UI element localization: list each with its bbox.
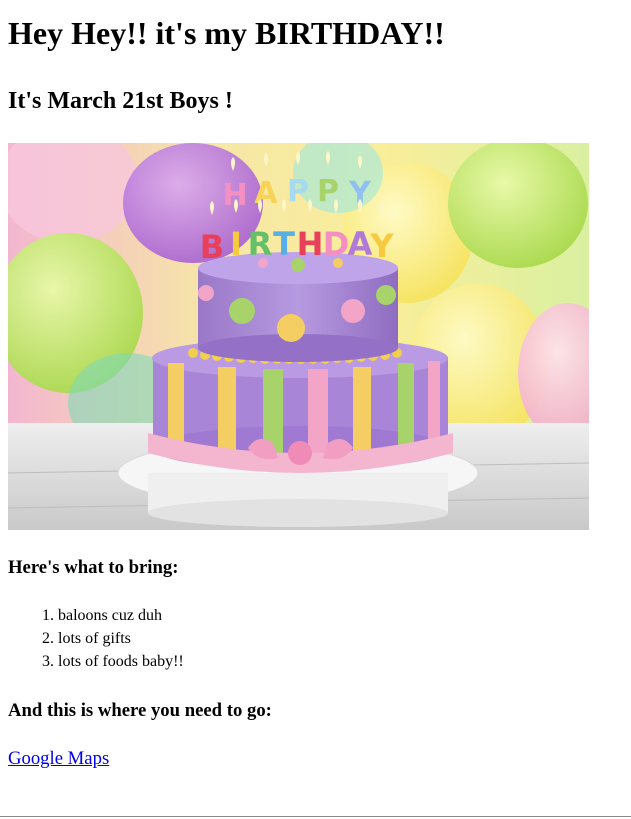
page: Hey Hey!! it's my BIRTHDAY!! It's March … bbox=[8, 0, 623, 769]
bottom-divider bbox=[0, 816, 631, 817]
bring-list: baloons cuz duh lots of gifts lots of fo… bbox=[8, 604, 184, 673]
google-maps-link[interactable]: Google Maps bbox=[8, 747, 109, 771]
bring-heading: Here's what to bring: bbox=[8, 557, 179, 578]
svg-text:B: B bbox=[200, 228, 224, 266]
svg-text:A: A bbox=[254, 176, 278, 211]
page-title: Hey Hey!! it's my BIRTHDAY!! bbox=[8, 15, 445, 51]
svg-text:T: T bbox=[273, 225, 295, 263]
birthday-cake-image: H A P P Y B I R T H D A Y bbox=[8, 143, 589, 530]
page-subtitle: It's March 21st Boys ! bbox=[8, 88, 233, 114]
list-item: lots of foods baby!! bbox=[58, 650, 184, 673]
svg-text:A: A bbox=[348, 225, 373, 263]
svg-text:Y: Y bbox=[369, 227, 394, 265]
svg-text:R: R bbox=[248, 225, 273, 263]
svg-text:D: D bbox=[323, 225, 350, 263]
svg-text:I: I bbox=[230, 225, 242, 263]
svg-text:P: P bbox=[287, 174, 309, 209]
location-heading: And this is where you need to go: bbox=[8, 700, 272, 721]
svg-text:H: H bbox=[297, 225, 324, 263]
list-item: baloons cuz duh bbox=[58, 604, 184, 627]
list-item: lots of gifts bbox=[58, 627, 184, 650]
